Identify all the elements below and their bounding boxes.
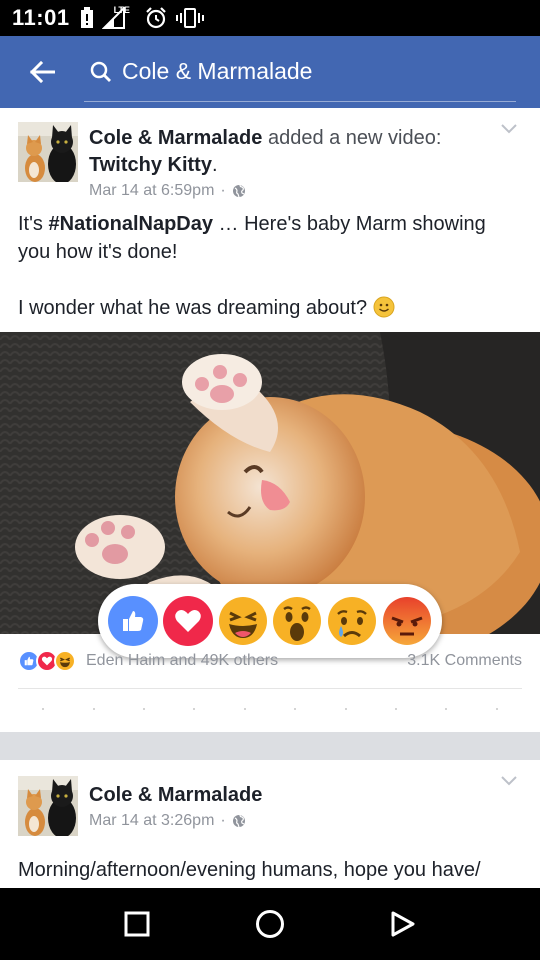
smiley-icon [373,296,395,318]
reaction-love[interactable] [162,596,213,646]
body-line2: I wonder what he was dreaming about? [18,297,368,319]
back-nav-button[interactable] [373,894,433,954]
sad-face-icon [327,597,376,645]
chevron-down-icon [501,776,517,786]
reaction-sad[interactable] [327,596,377,646]
app-bar: Cole & Marmalade [0,36,540,108]
post-divider [18,688,522,689]
author-name[interactable]: Cole & Marmalade [89,784,262,806]
post-menu-chevron[interactable] [500,774,518,792]
search-icon [90,61,111,82]
triangle-back-icon [391,911,415,937]
page-avatar[interactable] [18,122,78,182]
title-period: . [211,154,218,176]
surprised-face-icon [273,597,322,645]
signal-icon: LTE [101,5,136,29]
search-input[interactable]: Cole & Marmalade [84,42,516,102]
summary-reaction-icons [18,650,76,672]
status-time: 11:01 [12,5,70,30]
reaction-wow[interactable] [272,596,322,646]
hashtag-link[interactable]: #NationalNapDay [49,213,214,235]
square-icon [124,911,150,937]
post-timestamp[interactable]: Mar 14 at 3:26pm [89,810,214,832]
reactions-summary: Eden Haim and 49K others 3.1K Comments [18,646,522,676]
laughing-face-icon [218,597,267,645]
arrow-left-icon [29,61,55,83]
post-header: Cole & Marmalade Mar 14 at 3:26pm · [89,782,480,832]
heart-icon [175,610,201,632]
angry-face-icon [382,597,431,645]
thumbs-up-icon [123,611,144,631]
page-avatar[interactable] [18,776,78,836]
text-post: Cole & Marmalade Mar 14 at 3:26pm · Morn… [0,760,540,888]
status-bar: 11:01 LTE [0,0,540,36]
post-timestamp[interactable]: Mar 14 at 6:59pm [89,180,214,202]
navigation-bar [0,888,540,960]
alarm-icon [145,7,166,29]
back-button[interactable] [0,36,84,108]
search-query: Cole & Marmalade [122,58,313,84]
globe-icon [232,184,245,198]
post-text: It's #NationalNapDay … Here's baby Marm … [18,210,520,322]
vibrate-icon [175,8,204,28]
body-prefix: It's [18,213,49,235]
loading-dots [18,708,522,710]
recents-button[interactable] [107,894,167,954]
globe-icon [232,814,245,828]
post-meta: Mar 14 at 6:59pm · [89,180,480,202]
chevron-down-icon [501,124,517,134]
status-icons: LTE [80,5,204,30]
reactions-names[interactable]: Eden Haim and 49K others [86,652,407,670]
news-feed: Cole & Marmalade added a new video: Twit… [0,108,540,888]
haha-mini-icon [54,650,76,672]
reaction-like[interactable] [108,596,159,646]
post2-body: Morning/afternoon/evening humans, hope y… [18,859,481,881]
post-text: Morning/afternoon/evening humans, hope y… [18,856,520,884]
home-button[interactable] [240,894,300,954]
video-title-link[interactable]: Twitchy Kitty [89,154,212,176]
author-name[interactable]: Cole & Marmalade [89,127,262,149]
video-post: Cole & Marmalade added a new video: Twit… [0,108,540,732]
post-header: Cole & Marmalade added a new video: Twit… [89,125,480,202]
meta-separator: · [220,812,226,829]
battery-alert-icon [80,7,93,28]
feed-separator [0,732,540,760]
reaction-angry[interactable] [382,596,432,646]
circle-icon [255,910,284,938]
comments-count[interactable]: 3.1K Comments [407,652,522,670]
post-meta: Mar 14 at 3:26pm · [89,810,480,832]
post-menu-chevron[interactable] [500,122,518,140]
network-type: LTE [113,5,130,15]
meta-separator: · [220,182,226,199]
post-action: added a new video: [267,127,442,149]
reaction-haha[interactable] [218,596,268,646]
